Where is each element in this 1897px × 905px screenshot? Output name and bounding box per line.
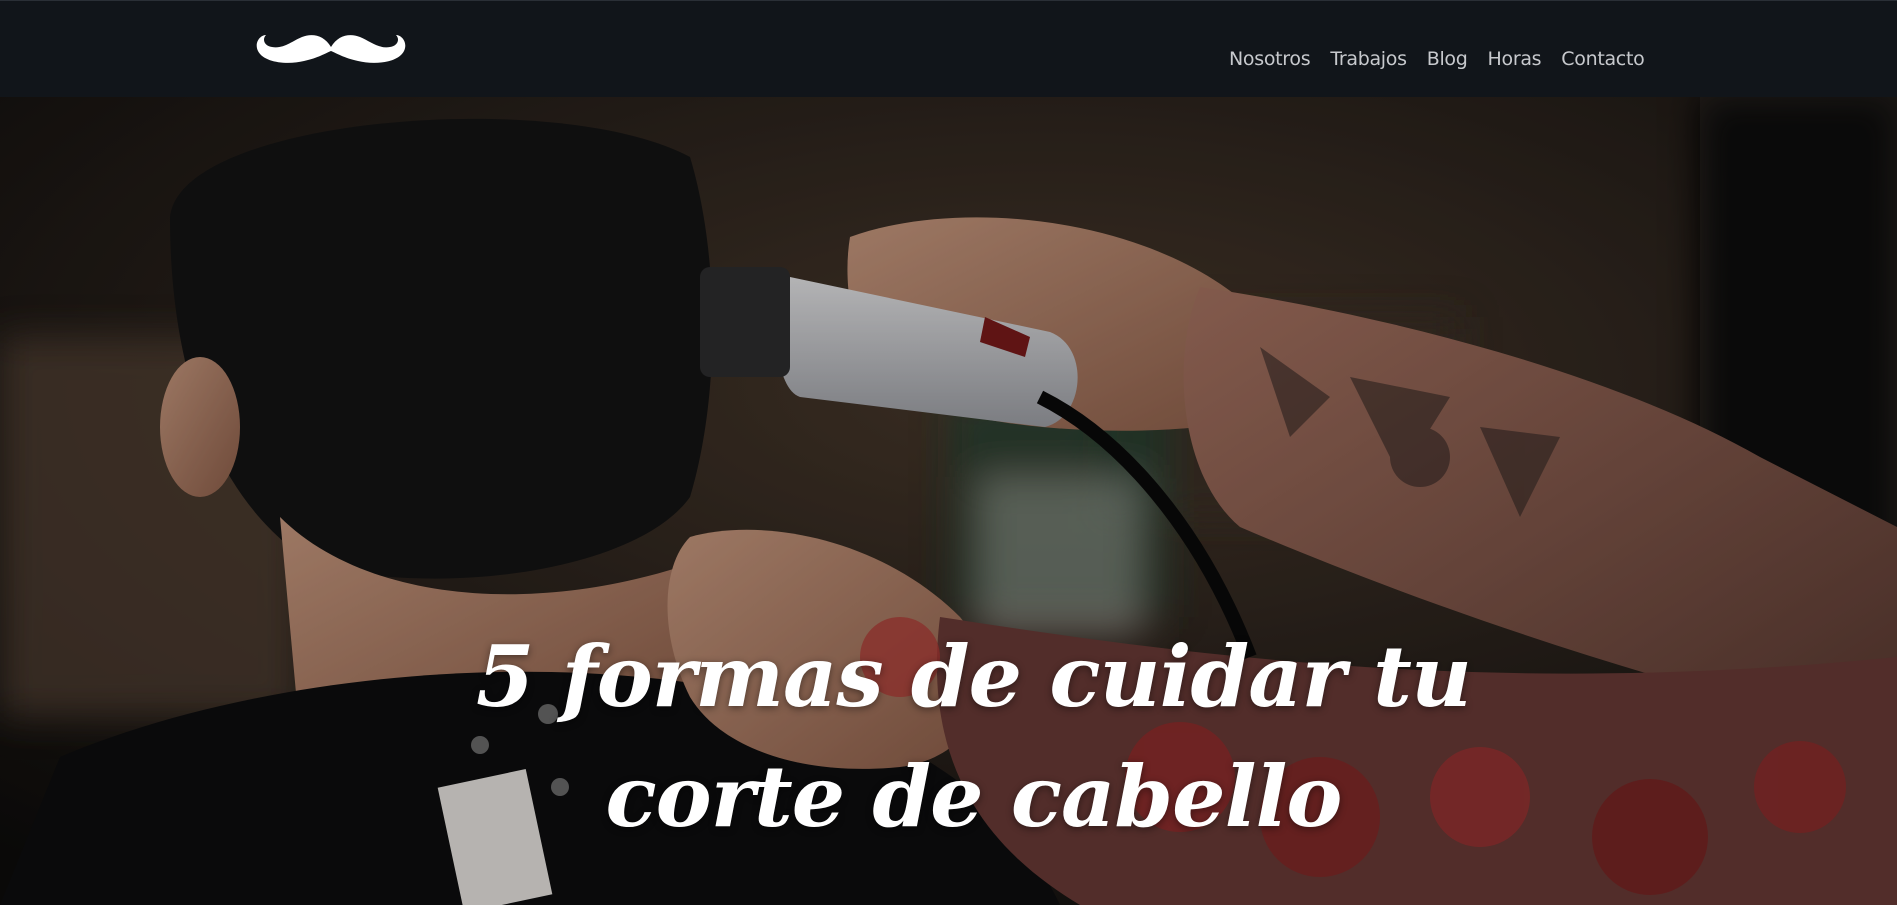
nav-link-contacto[interactable]: Contacto (1561, 48, 1644, 70)
nav-link-horas[interactable]: Horas (1488, 48, 1542, 70)
main-nav: Nosotros Trabajos Blog Horas Contacto (1229, 48, 1645, 70)
hero-title-line-2: corte de cabello (605, 747, 1343, 846)
hero-banner: 5 formas de cuidar tu corte de cabello (0, 97, 1897, 905)
hero-title-line-1: 5 formas de cuidar tu (475, 627, 1472, 726)
nav-link-nosotros[interactable]: Nosotros (1229, 48, 1311, 70)
nav-link-blog[interactable]: Blog (1427, 48, 1468, 70)
hero-title: 5 formas de cuidar tu corte de cabello (0, 617, 1897, 857)
navbar: Nosotros Trabajos Blog Horas Contacto (0, 0, 1897, 97)
mustache-logo-icon[interactable] (254, 25, 408, 69)
nav-link-trabajos[interactable]: Trabajos (1330, 48, 1407, 70)
